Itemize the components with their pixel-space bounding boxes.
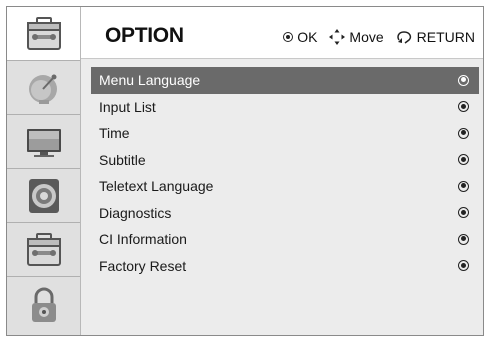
tv-monitor-icon [26, 128, 61, 157]
menu-item-menu-language[interactable]: Menu Language [91, 67, 479, 94]
menu-item-label: Menu Language [99, 72, 201, 89]
menu-item-label: Factory Reset [99, 257, 187, 274]
ok-hint: OK [283, 29, 317, 45]
category-sidebar [7, 7, 81, 335]
satellite-dish-icon [28, 74, 57, 104]
select-indicator-icon [458, 260, 469, 272]
sidebar-item-audio[interactable] [7, 169, 80, 222]
select-indicator-icon [458, 74, 469, 86]
sidebar-item-picture[interactable] [7, 115, 80, 168]
sidebar-item-option[interactable] [7, 7, 80, 60]
return-hint: RETURN [396, 29, 475, 45]
option-menu-window: OPTION OK Move RETURN Menu Language Inpu… [6, 6, 484, 336]
menu-item-label: CI Information [99, 231, 187, 248]
menu-header: OPTION OK Move RETURN [81, 7, 483, 59]
select-indicator-icon [458, 180, 469, 192]
menu-item-subtitle[interactable]: Subtitle [91, 147, 479, 174]
move-hint: Move [329, 29, 384, 45]
option-list: Menu Language Input List Time Subtitle T… [91, 67, 479, 279]
menu-item-label: Subtitle [99, 151, 146, 168]
toolbox-icon [26, 16, 61, 50]
menu-item-ci-information[interactable]: CI Information [91, 226, 479, 253]
menu-item-label: Teletext Language [99, 178, 214, 195]
menu-item-label: Diagnostics [99, 204, 172, 221]
ok-hint-label: OK [297, 29, 318, 45]
menu-item-factory-reset[interactable]: Factory Reset [91, 253, 479, 280]
navigation-hints: OK Move RETURN [271, 29, 475, 45]
menu-item-teletext-language[interactable]: Teletext Language [91, 173, 479, 200]
sidebar-item-lock[interactable] [7, 277, 80, 335]
menu-item-label: Time [99, 125, 130, 142]
return-arrow-icon [397, 31, 411, 44]
sidebar-item-satellite[interactable] [7, 61, 80, 114]
page-title: OPTION [105, 24, 184, 47]
toolbox-icon [26, 232, 61, 266]
select-indicator-icon [458, 207, 469, 219]
padlock-icon [31, 287, 56, 322]
menu-item-input-list[interactable]: Input List [91, 94, 479, 121]
menu-item-time[interactable]: Time [91, 120, 479, 147]
select-indicator-icon [458, 127, 469, 139]
menu-item-label: Input List [99, 98, 156, 115]
select-indicator-icon [458, 101, 469, 113]
move-hint-label: Move [349, 29, 384, 45]
speaker-icon [28, 178, 59, 213]
menu-item-diagnostics[interactable]: Diagnostics [91, 200, 479, 227]
select-indicator-icon [458, 233, 469, 245]
ok-icon [283, 32, 294, 42]
four-way-arrows-icon [329, 29, 346, 45]
sidebar-item-option-alt[interactable] [7, 223, 80, 276]
return-hint-label: RETURN [416, 29, 475, 45]
select-indicator-icon [458, 154, 469, 166]
